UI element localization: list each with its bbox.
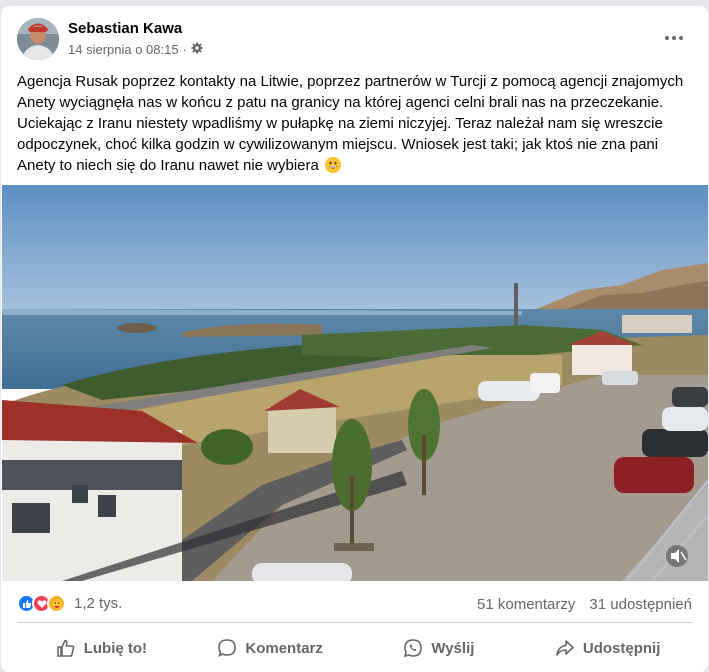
more-dot-icon — [665, 36, 669, 40]
like-label: Lubię to! — [83, 639, 148, 657]
like-button[interactable]: Lubię to! — [17, 628, 186, 668]
engagement-counts: 51 komentarzy 31 udostępnień — [477, 596, 692, 613]
more-options-button[interactable] — [658, 26, 690, 50]
thumbs-up-icon — [56, 638, 76, 658]
avatar[interactable] — [17, 18, 59, 60]
share-button[interactable]: Udostępnij — [523, 628, 692, 668]
shares-count[interactable]: 31 udostępnień — [589, 596, 692, 613]
post-card: Sebastian Kawa 14 sierpnia o 08:15 · Age… — [1, 6, 708, 672]
reaction-count: 1,2 tys. — [74, 595, 123, 612]
share-label: Udostępnij — [582, 639, 661, 657]
send-label: Wyślij — [431, 639, 475, 657]
comment-icon — [217, 638, 237, 658]
grinning-face-emoji — [325, 157, 342, 173]
post-header: Sebastian Kawa 14 sierpnia o 08:15 · — [1, 6, 708, 68]
more-dot-icon — [672, 36, 676, 40]
actions-divider — [17, 622, 692, 623]
comment-label: Komentarz — [245, 639, 323, 657]
meta-separator: · — [182, 42, 187, 57]
care-icon — [47, 594, 66, 613]
whatsapp-icon — [403, 638, 423, 658]
share-icon — [555, 638, 575, 658]
post-photo[interactable] — [2, 185, 708, 581]
post-stats: 1,2 tys. 51 komentarzy 31 udostępnień — [1, 590, 708, 624]
more-dot-icon — [679, 36, 683, 40]
author-name[interactable]: Sebastian Kawa — [68, 20, 182, 37]
post-meta: 14 sierpnia o 08:15 · — [68, 42, 203, 57]
post-body: Agencja Rusak poprzez kontakty na Litwie… — [17, 73, 684, 174]
comments-count[interactable]: 51 komentarzy — [477, 596, 575, 613]
post-actions: Lubię to! Komentarz Wyślij Udostępnij — [1, 628, 708, 668]
comment-button[interactable]: Komentarz — [186, 628, 355, 668]
gear-icon — [191, 42, 203, 57]
send-button[interactable]: Wyślij — [355, 628, 524, 668]
reactions-summary[interactable]: 1,2 tys. — [17, 594, 122, 613]
post-timestamp[interactable]: 14 sierpnia o 08:15 — [68, 42, 179, 57]
post-text: Agencja Rusak poprzez kontakty na Litwie… — [17, 71, 693, 176]
